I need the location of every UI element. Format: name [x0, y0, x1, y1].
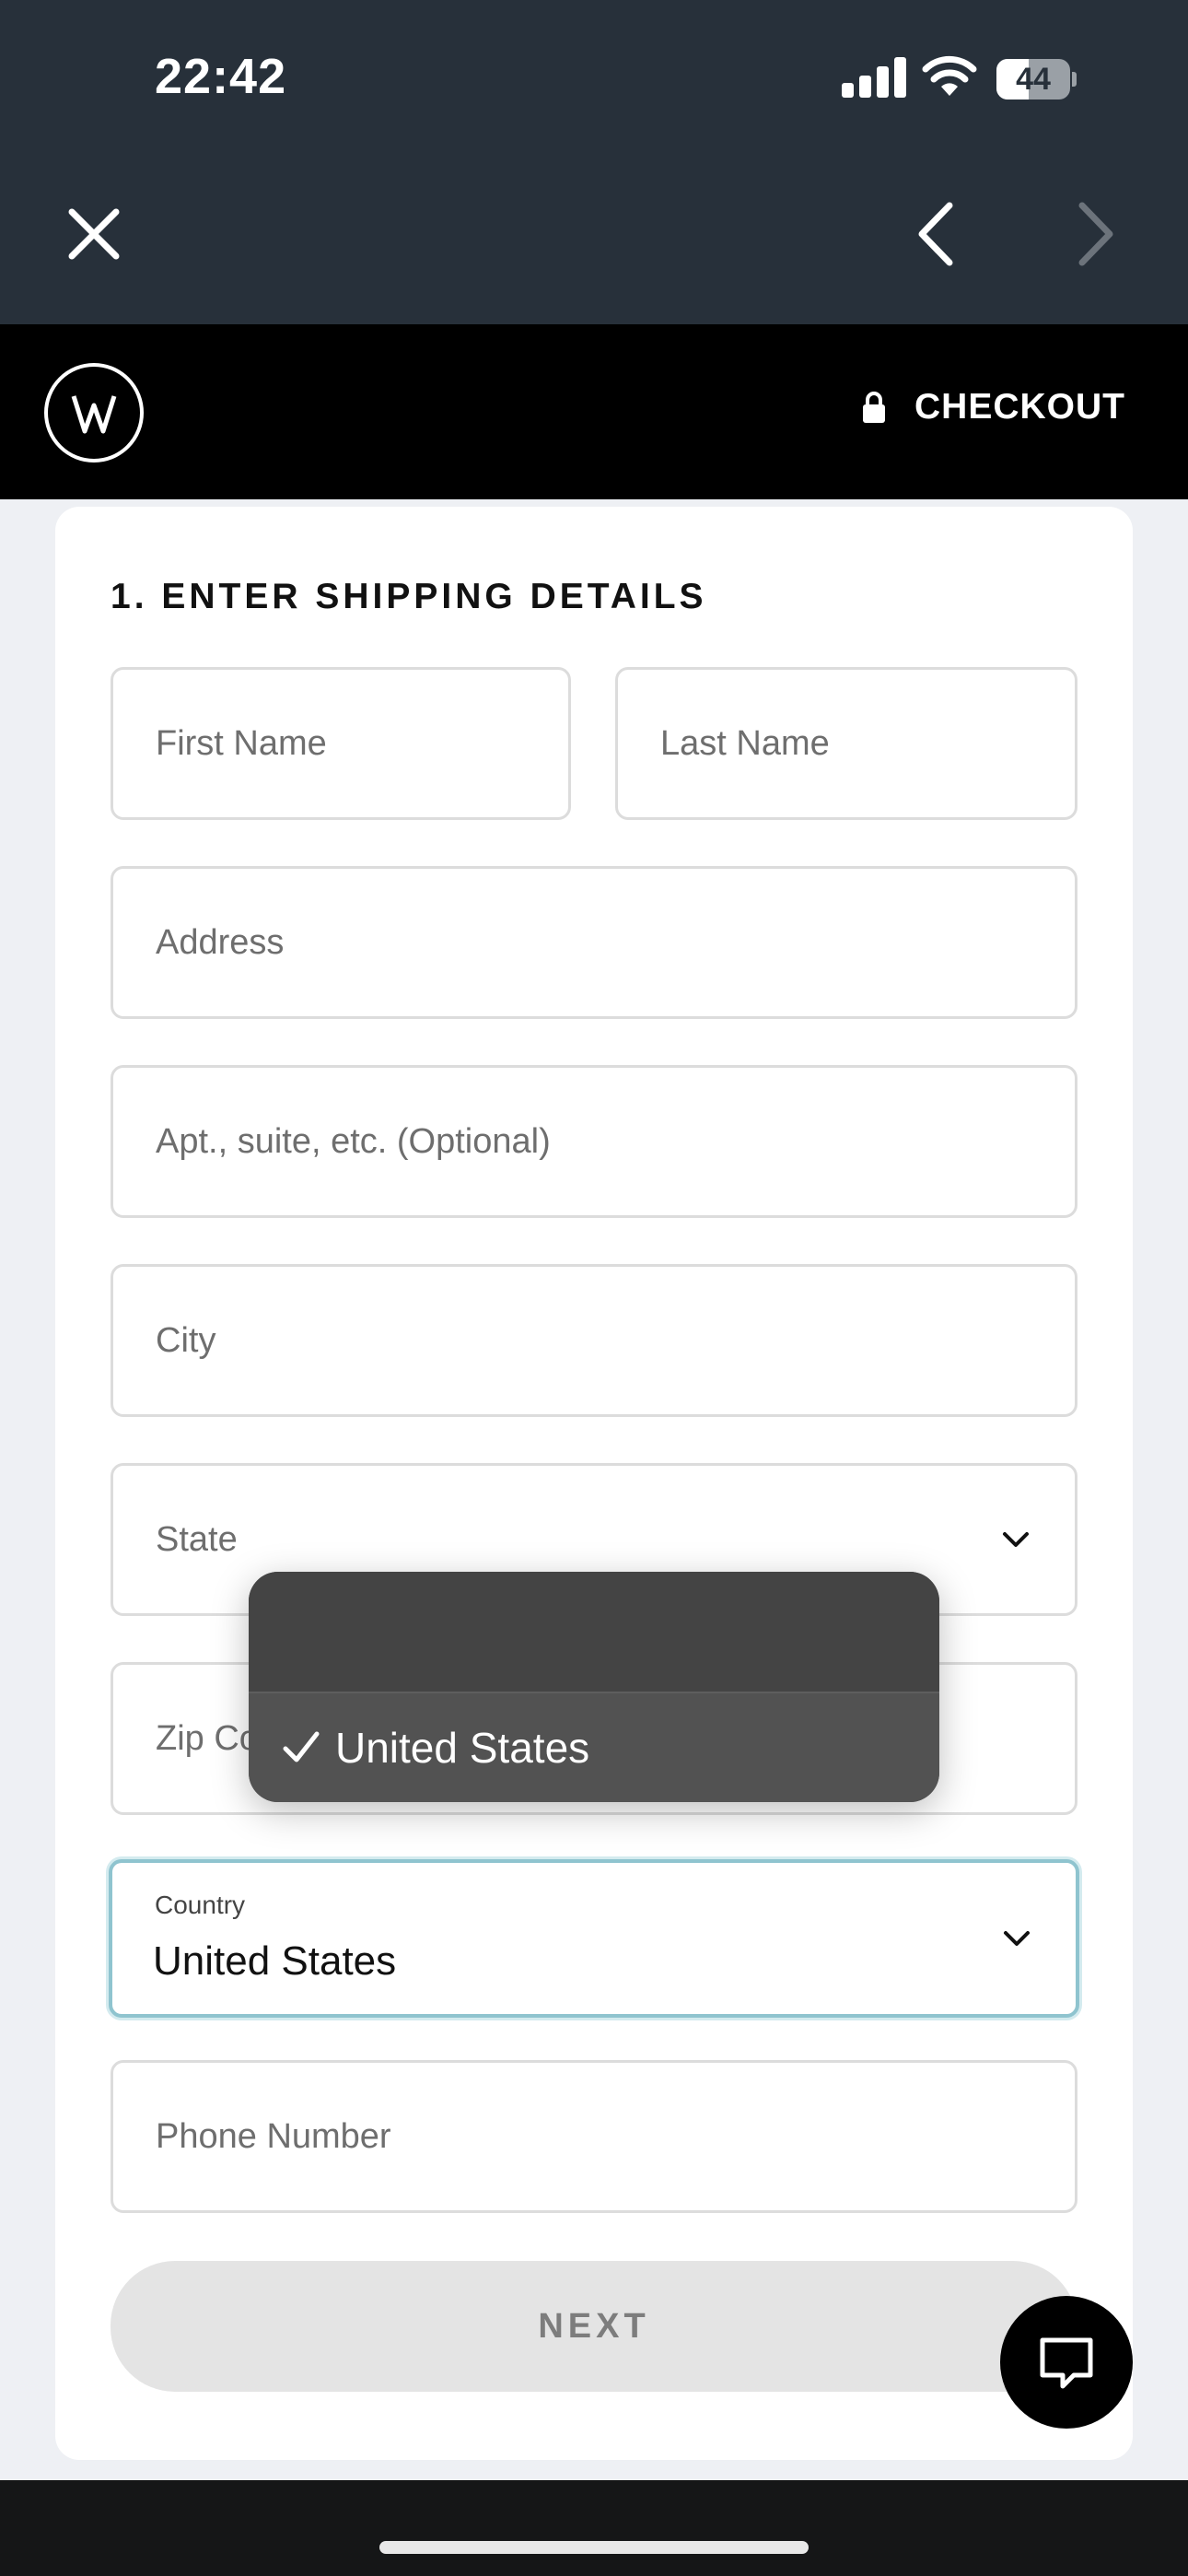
close-button[interactable] — [57, 197, 131, 271]
signal-icon — [842, 57, 906, 98]
first-name-placeholder: First Name — [156, 724, 327, 763]
home-indicator[interactable] — [379, 2541, 809, 2554]
first-name-field[interactable]: First Name — [111, 667, 571, 820]
next-button[interactable]: NEXT — [111, 2261, 1077, 2392]
picker-option-empty[interactable] — [249, 1572, 939, 1692]
chat-icon — [1040, 2337, 1093, 2389]
bottom-bar — [0, 2480, 1188, 2576]
chevron-left-icon — [918, 202, 953, 266]
picker-option-label: United States — [335, 1724, 590, 1772]
chat-button[interactable] — [1000, 2296, 1133, 2429]
address-field[interactable]: Address — [111, 866, 1077, 1019]
section-title: 1. ENTER SHIPPING DETAILS — [111, 577, 707, 616]
battery-level: 44 — [1016, 62, 1051, 97]
checkout-indicator: CHECKOUT — [861, 387, 1125, 427]
city-field[interactable]: City — [111, 1264, 1077, 1417]
chevron-down-icon — [1004, 1931, 1030, 1946]
checkout-label: CHECKOUT — [914, 387, 1125, 427]
site-header: CHECKOUT — [0, 324, 1188, 499]
wifi-icon — [922, 55, 977, 96]
apt-placeholder: Apt., suite, etc. (Optional) — [156, 1122, 551, 1161]
lock-icon — [863, 392, 885, 423]
back-button[interactable] — [899, 197, 973, 271]
apt-field[interactable]: Apt., suite, etc. (Optional) — [111, 1065, 1077, 1218]
country-value: United States — [153, 1938, 397, 1984]
city-placeholder: City — [156, 1321, 216, 1360]
country-picker: United States — [249, 1572, 939, 1802]
browser-toolbar — [0, 157, 1188, 324]
state-placeholder: State — [156, 1520, 238, 1559]
close-icon — [68, 208, 120, 260]
chevron-right-icon — [1078, 202, 1113, 266]
country-label: Country — [155, 1891, 246, 1919]
address-placeholder: Address — [156, 923, 285, 962]
status-bar: 22:42 44 — [0, 0, 1188, 157]
last-name-field[interactable]: Last Name — [615, 667, 1077, 820]
forward-button[interactable] — [1059, 197, 1133, 271]
country-select[interactable]: Country United States — [109, 1859, 1079, 2018]
phone-field[interactable]: Phone Number — [111, 2060, 1077, 2213]
clock: 22:42 — [155, 49, 287, 104]
chevron-down-icon — [1003, 1532, 1029, 1547]
phone-placeholder: Phone Number — [156, 2117, 391, 2156]
brand-logo[interactable] — [44, 363, 144, 463]
battery-icon: 44 — [996, 59, 1077, 100]
last-name-placeholder: Last Name — [660, 724, 830, 763]
picker-option-selected[interactable]: United States — [249, 1693, 939, 1802]
checkmark-icon — [283, 1731, 320, 1762]
logo-icon — [71, 395, 117, 434]
